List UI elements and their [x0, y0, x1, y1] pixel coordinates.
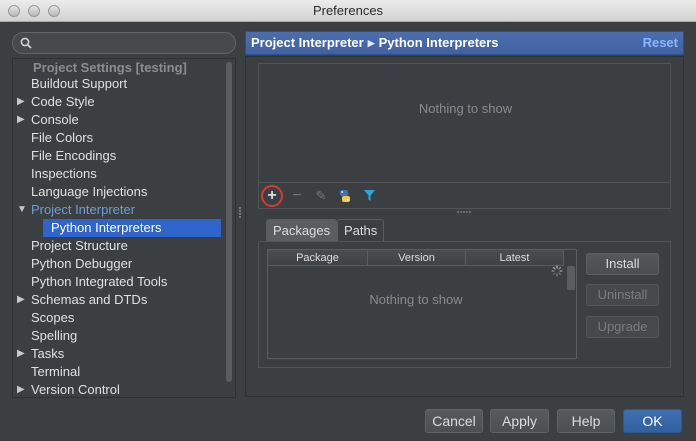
- breadcrumb-parent[interactable]: Project Interpreter: [251, 35, 364, 50]
- sidebar-item-label: File Encodings: [31, 148, 117, 163]
- sidebar-item-python-interpreters[interactable]: Python Interpreters: [43, 219, 221, 237]
- sidebar-item-label: Spelling: [31, 328, 78, 343]
- sidebar-item-label: Python Integrated Tools: [31, 274, 168, 289]
- zoom-window-button[interactable]: [48, 5, 60, 17]
- settings-tree: Project Settings [testing] Buildout Supp…: [12, 58, 236, 398]
- tab-paths[interactable]: Paths: [337, 219, 385, 241]
- packages-empty-text: Nothing to show: [369, 292, 463, 307]
- sidebar-item-label: Inspections: [31, 166, 97, 181]
- edit-interpreter-button[interactable]: ✎: [311, 186, 331, 206]
- sidebar-item-console[interactable]: ▶ Console: [13, 111, 223, 129]
- expand-arrow-icon[interactable]: ▶: [17, 93, 25, 111]
- sidebar-item-label: Project Structure: [31, 238, 128, 253]
- sidebar-item-label: Terminal: [31, 364, 81, 379]
- install-button[interactable]: Install: [586, 253, 659, 275]
- search-icon: [20, 37, 32, 49]
- column-header-latest[interactable]: Latest: [466, 250, 564, 266]
- interpreter-toolbar: + − ✎: [258, 183, 671, 209]
- sidebar-item-label: Python Interpreters: [51, 220, 162, 235]
- sidebar-scrollbar[interactable]: [225, 58, 233, 398]
- cancel-button[interactable]: Cancel: [425, 409, 483, 433]
- python-icon[interactable]: [335, 186, 355, 206]
- column-header-package[interactable]: Package: [268, 250, 368, 266]
- sidebar-item-file-encodings[interactable]: File Encodings: [13, 147, 223, 165]
- loading-spinner-icon: [551, 265, 563, 277]
- breadcrumb: Project Interpreter ▶ Python Interpreters: [251, 35, 499, 50]
- sidebar-item-label: Buildout Support: [31, 76, 128, 91]
- sidebar-item-python-integrated-tools[interactable]: Python Integrated Tools: [13, 273, 223, 291]
- sidebar-item-label: Schemas and DTDs: [31, 292, 148, 307]
- column-header-version[interactable]: Version: [368, 250, 466, 266]
- sidebar-item-version-control[interactable]: ▶ Version Control: [13, 381, 223, 397]
- collapse-arrow-icon[interactable]: ▼: [17, 201, 27, 219]
- upgrade-button[interactable]: Upgrade: [586, 316, 659, 338]
- sidebar-item-label: Python Debugger: [31, 256, 133, 271]
- interpreter-empty-text: Nothing to show: [418, 101, 513, 116]
- title-bar: Preferences: [0, 0, 696, 22]
- sidebar-item-buildout-support[interactable]: Buildout Support: [13, 75, 223, 93]
- sidebar-item-tasks[interactable]: ▶ Tasks: [13, 345, 223, 363]
- interpreter-list[interactable]: Nothing to show: [258, 63, 671, 183]
- uninstall-button-label: Uninstall: [597, 287, 648, 302]
- window-title: Preferences: [312, 3, 384, 18]
- minimize-window-button[interactable]: [28, 5, 40, 17]
- add-interpreter-button[interactable]: +: [261, 185, 283, 207]
- ok-button[interactable]: OK: [623, 409, 682, 433]
- expand-arrow-icon[interactable]: ▶: [17, 345, 25, 363]
- tab-packages[interactable]: Packages: [266, 219, 338, 241]
- sidebar-item-python-debugger[interactable]: Python Debugger: [13, 255, 223, 273]
- packages-scroll-thumb[interactable]: [567, 266, 575, 290]
- settings-header: Project Interpreter ▶ Python Interpreters …: [245, 31, 684, 55]
- sidebar-item-label: Language Injections: [31, 184, 148, 199]
- help-button[interactable]: Help: [557, 409, 615, 433]
- close-window-button[interactable]: [8, 5, 20, 17]
- apply-button[interactable]: Apply: [490, 409, 549, 433]
- vertical-splitter-handle[interactable]: [238, 206, 242, 220]
- uninstall-button[interactable]: Uninstall: [586, 284, 659, 306]
- sidebar-item-label: Scopes: [31, 310, 75, 325]
- sidebar-item-file-colors[interactable]: File Colors: [13, 129, 223, 147]
- sidebar-item-label: Code Style: [31, 94, 95, 109]
- packages-table-header: Package Version Latest: [268, 250, 576, 266]
- sidebar-item-code-style[interactable]: ▶ Code Style: [13, 93, 223, 111]
- sidebar-item-project-structure[interactable]: Project Structure: [13, 237, 223, 255]
- packages-scrollbar[interactable]: [566, 266, 576, 358]
- sidebar-item-terminal[interactable]: Terminal: [13, 363, 223, 381]
- install-button-label: Install: [605, 256, 640, 271]
- expand-arrow-icon[interactable]: ▶: [17, 381, 25, 397]
- packages-table[interactable]: Package Version Latest Nothing to show: [267, 249, 577, 359]
- sidebar-item-project-interpreter[interactable]: ▼ Project Interpreter: [13, 201, 223, 219]
- sidebar-item-scopes[interactable]: Scopes: [13, 309, 223, 327]
- sidebar-item-schemas-and-dtds[interactable]: ▶ Schemas and DTDs: [13, 291, 223, 309]
- sidebar-item-spelling[interactable]: Spelling: [13, 327, 223, 345]
- sidebar-item-label: Tasks: [31, 346, 65, 361]
- sidebar-item-label: Console: [31, 112, 79, 127]
- sidebar-item-label: Version Control: [31, 382, 120, 397]
- sidebar-item-label: File Colors: [31, 130, 94, 145]
- upgrade-button-label: Upgrade: [597, 319, 648, 334]
- horizontal-splitter-handle[interactable]: [456, 210, 472, 214]
- filter-icon[interactable]: [359, 186, 379, 206]
- settings-search-input[interactable]: [12, 32, 236, 54]
- breadcrumb-separator-icon: ▶: [367, 38, 375, 48]
- reset-link[interactable]: Reset: [643, 35, 678, 50]
- remove-interpreter-button[interactable]: −: [287, 186, 307, 206]
- sidebar-scroll-thumb[interactable]: [226, 62, 232, 382]
- sidebar-item-language-injections[interactable]: Language Injections: [13, 183, 223, 201]
- expand-arrow-icon[interactable]: ▶: [17, 111, 25, 129]
- breadcrumb-current: Python Interpreters: [378, 35, 499, 50]
- sidebar-item-label: Project Interpreter: [31, 202, 136, 217]
- sidebar-item-inspections[interactable]: Inspections: [13, 165, 223, 183]
- expand-arrow-icon[interactable]: ▶: [17, 291, 25, 309]
